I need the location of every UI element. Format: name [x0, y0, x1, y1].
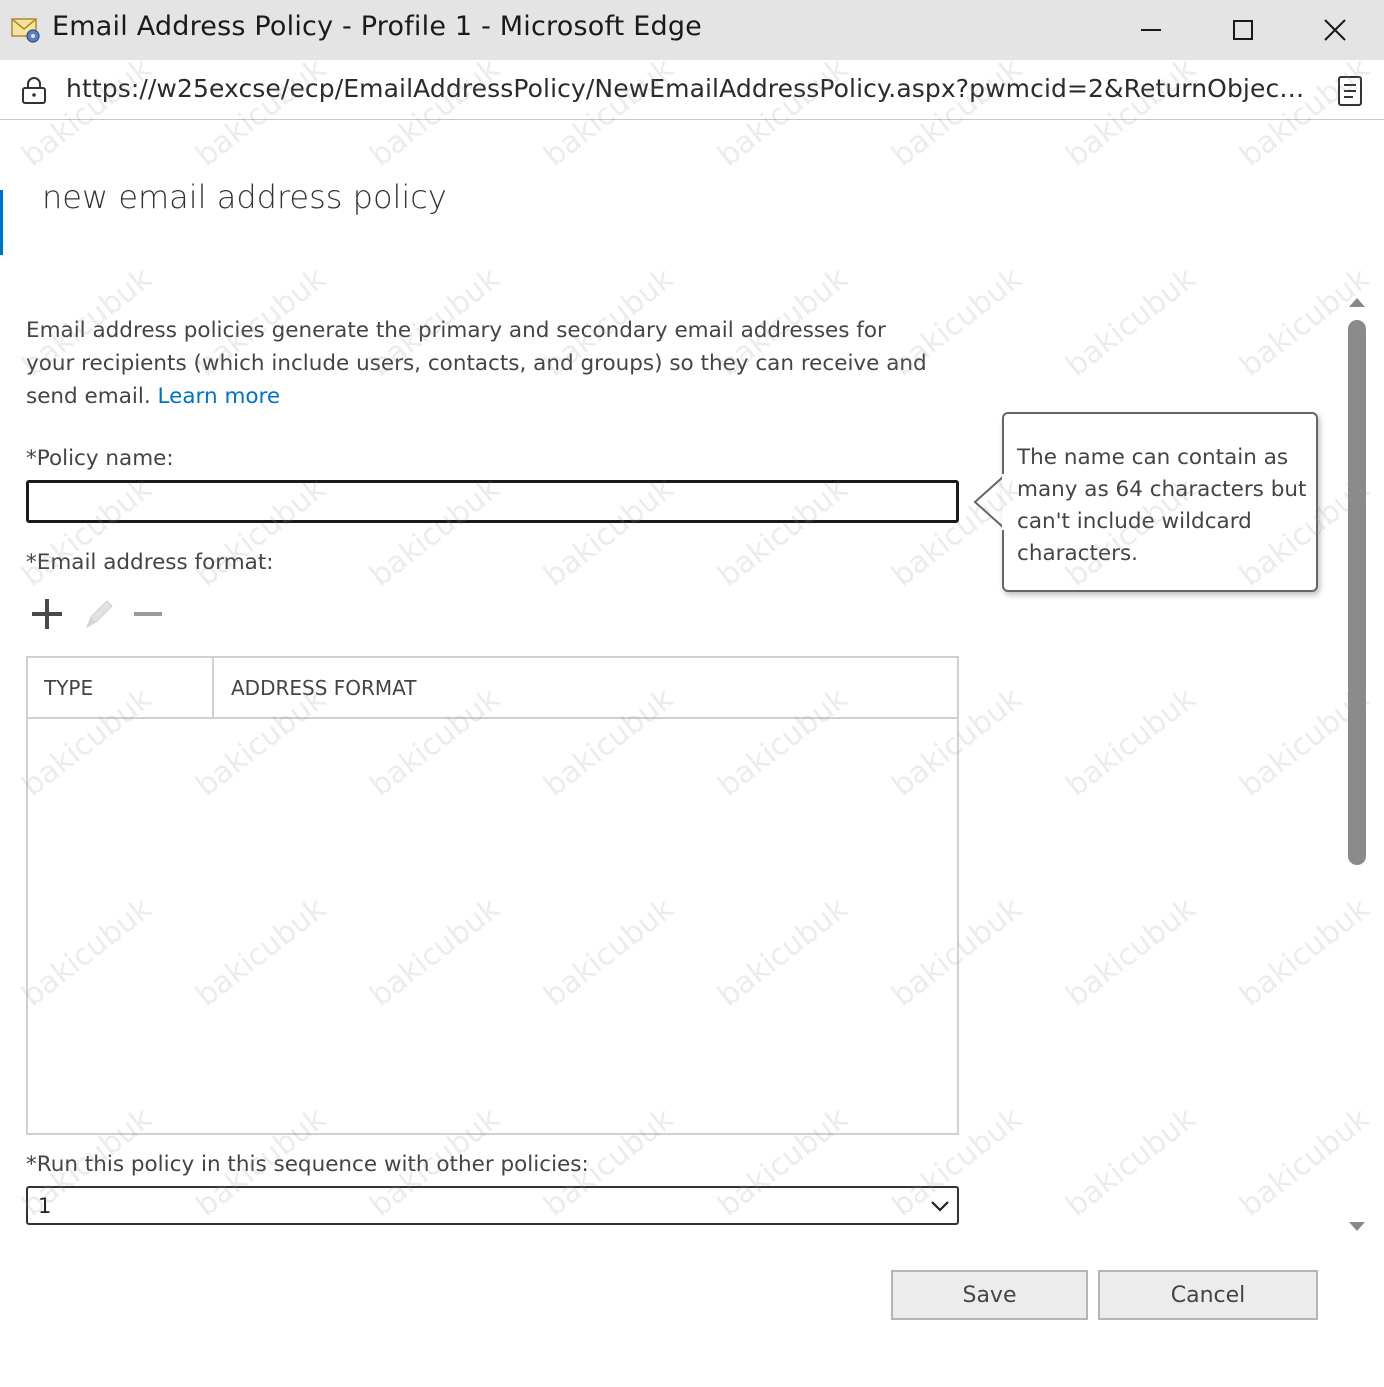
- grid-header: TYPE ADDRESS FORMAT: [28, 658, 957, 719]
- chevron-down-icon: [931, 1201, 949, 1212]
- minimize-icon: [1141, 29, 1161, 31]
- cancel-button[interactable]: Cancel: [1098, 1270, 1318, 1320]
- browser-address-bar: https://w25excse/ecp/EmailAddressPolicy/…: [0, 60, 1384, 120]
- maximize-button[interactable]: [1198, 0, 1288, 60]
- learn-more-link[interactable]: Learn more: [158, 384, 281, 409]
- intro-text: Email address policies generate the prim…: [26, 314, 936, 413]
- add-format-button[interactable]: [27, 594, 67, 634]
- scroll-down-arrow-icon[interactable]: [1348, 1220, 1366, 1234]
- watermark-text: bakicubuk: [1059, 1101, 1203, 1224]
- tooltip-text: The name can contain as many as 64 chara…: [1017, 445, 1307, 566]
- maximize-icon: [1233, 20, 1253, 40]
- policy-name-tooltip: The name can contain as many as 64 chara…: [1002, 412, 1318, 592]
- plus-icon: [32, 599, 62, 629]
- pencil-icon: [86, 600, 113, 629]
- save-button[interactable]: Save: [891, 1270, 1088, 1320]
- focus-indicator: [0, 190, 3, 255]
- policy-name-label: *Policy name:: [26, 446, 174, 471]
- close-window-button[interactable]: [1290, 0, 1380, 60]
- policy-name-input[interactable]: [26, 480, 959, 523]
- sequence-select[interactable]: 1: [26, 1186, 959, 1225]
- watermark-text: bakicubuk: [1059, 261, 1203, 384]
- window-titlebar: Email Address Policy - Profile 1 - Micro…: [0, 0, 1384, 60]
- edit-format-button[interactable]: [78, 594, 118, 634]
- watermark-text: bakicubuk: [1233, 891, 1377, 1014]
- email-format-label: *Email address format:: [26, 550, 274, 575]
- watermark-text: bakicubuk: [1059, 681, 1203, 804]
- email-policy-app-icon: [10, 13, 42, 45]
- remove-format-button[interactable]: [128, 594, 168, 634]
- close-icon: [1324, 19, 1346, 41]
- scrollbar-thumb[interactable]: [1348, 320, 1366, 865]
- scroll-up-arrow-icon[interactable]: [1348, 295, 1366, 309]
- page-title: new email address policy: [42, 178, 447, 216]
- sequence-label: *Run this policy in this sequence with o…: [26, 1152, 589, 1177]
- lock-icon[interactable]: [20, 76, 48, 106]
- column-header-address-format[interactable]: ADDRESS FORMAT: [216, 658, 957, 719]
- watermark-text: bakicubuk: [1059, 891, 1203, 1014]
- minimize-button[interactable]: [1106, 0, 1196, 60]
- callout-pointer-joint: [1002, 474, 1010, 530]
- url-field[interactable]: https://w25excse/ecp/EmailAddressPolicy/…: [66, 74, 1311, 103]
- minus-icon: [134, 612, 162, 616]
- sequence-selected-value: 1: [38, 1194, 52, 1218]
- address-format-grid[interactable]: TYPE ADDRESS FORMAT: [26, 656, 959, 1135]
- window-title: Email Address Policy - Profile 1 - Micro…: [52, 11, 702, 42]
- reader-view-icon[interactable]: [1336, 75, 1364, 107]
- watermark-text: bakicubuk: [1233, 1101, 1377, 1224]
- column-header-type[interactable]: TYPE: [28, 658, 214, 719]
